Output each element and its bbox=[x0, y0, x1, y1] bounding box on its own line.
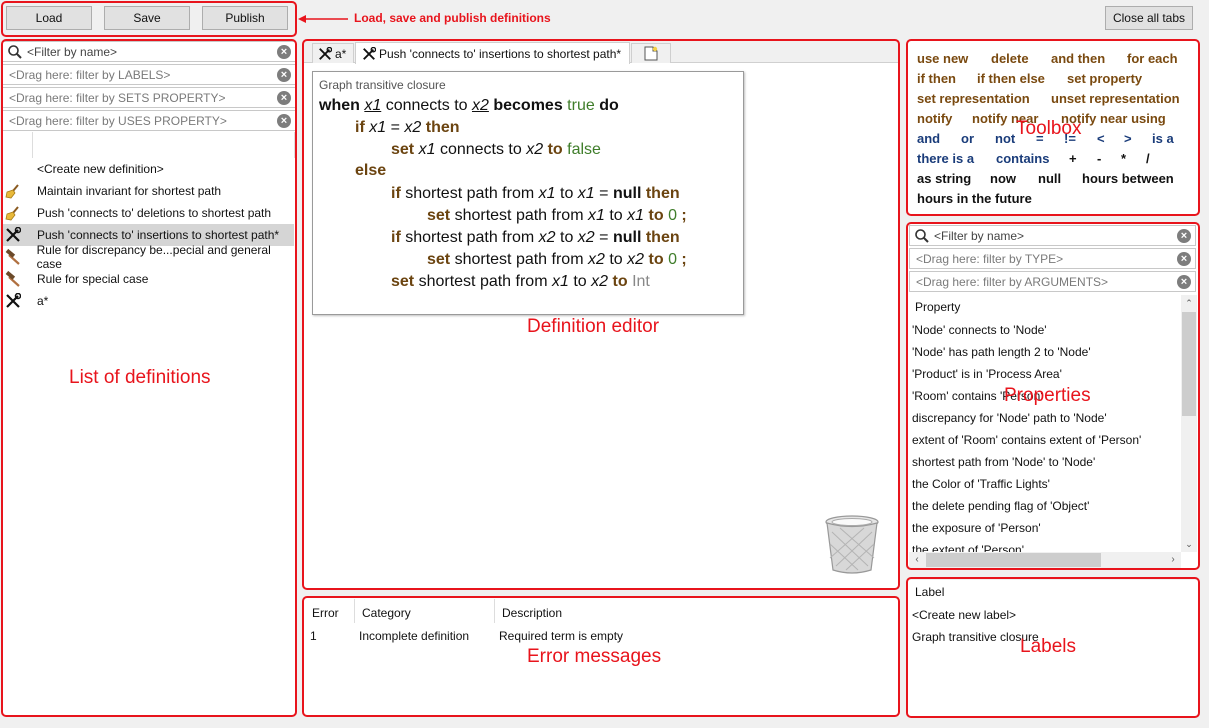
labels-highlight bbox=[906, 577, 1200, 718]
definitions-highlight bbox=[1, 39, 297, 717]
properties-highlight bbox=[906, 222, 1200, 570]
close-all-tabs-button[interactable]: Close all tabs bbox=[1105, 6, 1193, 30]
annotation-arrow bbox=[298, 15, 348, 23]
toolbar-annotation: Load, save and publish definitions bbox=[354, 11, 551, 25]
toolbar-highlight bbox=[1, 1, 297, 37]
toolbox-highlight bbox=[906, 39, 1200, 216]
errors-highlight bbox=[302, 596, 900, 717]
editor-highlight bbox=[302, 39, 900, 590]
